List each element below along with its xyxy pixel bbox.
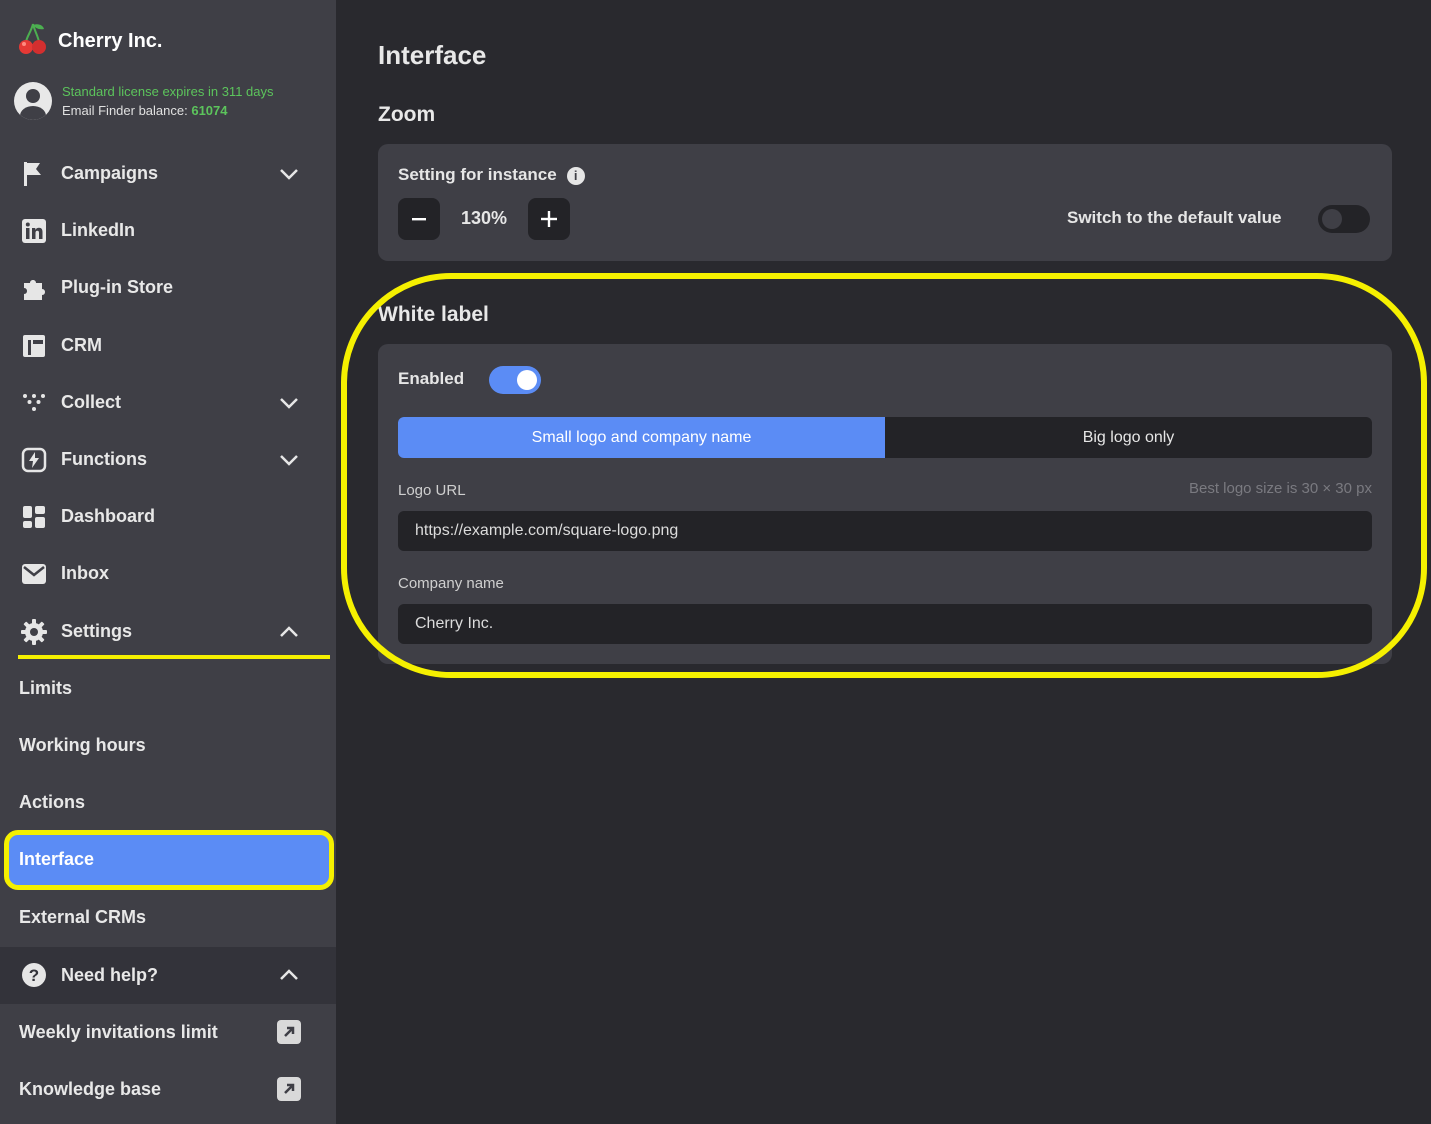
sidebar-item-plugin-store[interactable]: Plug-in Store: [0, 259, 336, 316]
sidebar-item-campaigns[interactable]: Campaigns: [0, 145, 336, 202]
info-icon[interactable]: i: [566, 166, 585, 185]
zoom-setting-label: Setting for instance i: [398, 165, 585, 185]
sidebar-subitem-label: Limits: [19, 678, 73, 698]
zoom-in-button[interactable]: [528, 198, 570, 240]
sidebar-item-collect[interactable]: Collect: [0, 374, 336, 431]
brand-name: Cherry Inc.: [58, 30, 163, 52]
default-value-label: Switch to the default value: [1067, 208, 1282, 227]
zoom-section-title: Zoom: [378, 103, 436, 126]
option-small-logo[interactable]: Small logo and company name: [398, 417, 885, 458]
dashboard-icon: [20, 503, 48, 531]
help-link-knowledge-base[interactable]: Knowledge base: [0, 1061, 336, 1118]
sidebar-item-dashboard[interactable]: Dashboard: [0, 488, 336, 545]
sidebar-item-label: Collect: [61, 392, 122, 412]
sidebar-subitem-external-crms[interactable]: External CRMs: [0, 889, 336, 946]
settings-highlight-underline: [18, 655, 330, 659]
sidebar-subitem-interface[interactable]: Interface: [4, 830, 334, 890]
sidebar-subitem-actions[interactable]: Actions: [0, 774, 336, 831]
chevron-down-icon[interactable]: [278, 392, 300, 414]
license-expiry: Standard license expires in 311 days: [62, 84, 274, 99]
need-help-header[interactable]: ? Need help?: [0, 947, 336, 1004]
sidebar-item-label: Plug-in Store: [61, 277, 173, 297]
flag-icon: [20, 160, 48, 188]
sidebar-subitem-label: Interface: [19, 849, 95, 869]
help-link-label: Weekly invitations limit: [19, 1022, 218, 1042]
sidebar-item-label: CRM: [61, 335, 102, 355]
chevron-down-icon[interactable]: [278, 449, 300, 471]
logo-url-input[interactable]: https://example.com/square-logo.png: [398, 511, 1372, 551]
white-label-card: Enabled Small logo and company name Big …: [378, 344, 1392, 664]
need-help-label: Need help?: [61, 965, 159, 985]
sidebar-item-linkedin[interactable]: LinkedIn: [0, 202, 336, 259]
license-info: Standard license expires in 311 days Ema…: [14, 82, 274, 120]
toggle-knob: [1322, 209, 1342, 229]
sidebar-item-label: Campaigns: [61, 163, 159, 183]
page-title: Interface: [378, 40, 487, 70]
crm-icon: [20, 332, 48, 360]
sidebar-subitem-working-hours[interactable]: Working hours: [0, 717, 336, 774]
brand[interactable]: Cherry Inc.: [18, 22, 162, 61]
company-name-label: Company name: [398, 575, 504, 592]
sidebar-subitem-limits[interactable]: Limits: [0, 660, 336, 717]
chevron-up-icon[interactable]: [278, 964, 300, 991]
company-name-input[interactable]: Cherry Inc.: [398, 604, 1372, 644]
default-value-toggle[interactable]: [1318, 205, 1370, 233]
white-label-section-title: White label: [378, 303, 489, 326]
question-icon: ?: [21, 962, 47, 993]
logo-mode-segmented-control: Small logo and company name Big logo onl…: [398, 417, 1372, 458]
sidebar-item-functions[interactable]: Functions: [0, 431, 336, 488]
enabled-label: Enabled: [398, 369, 465, 388]
balance-label: Email Finder balance:: [62, 103, 192, 118]
logo-size-hint: Best logo size is 30 × 30 px: [1188, 480, 1372, 497]
gear-icon: [20, 618, 48, 646]
zoom-setting-text: Setting for instance: [398, 165, 557, 184]
sidebar-item-label: Dashboard: [61, 506, 156, 526]
chevron-up-icon[interactable]: [278, 621, 300, 643]
collect-icon: [20, 389, 48, 417]
sidebar-item-inbox[interactable]: Inbox: [0, 545, 336, 602]
external-link-icon: [277, 1020, 301, 1044]
option-big-logo[interactable]: Big logo only: [885, 417, 1372, 458]
linkedin-icon: [20, 217, 48, 245]
sidebar-subitem-label: Working hours: [19, 735, 146, 755]
external-link-icon: [277, 1077, 301, 1101]
sidebar-subitem-label: Actions: [19, 792, 86, 812]
zoom-value: 130%: [461, 208, 508, 228]
zoom-out-button[interactable]: [398, 198, 440, 240]
sidebar-item-label: LinkedIn: [61, 220, 136, 240]
sidebar-item-label: Functions: [61, 449, 147, 469]
puzzle-icon: [20, 274, 48, 302]
sidebar-item-label: Settings: [61, 621, 133, 641]
sidebar-item-settings[interactable]: Settings: [0, 603, 336, 660]
sidebar-subitem-label: External CRMs: [19, 907, 147, 927]
mail-icon: [20, 560, 48, 588]
sidebar-item-label: Inbox: [61, 563, 109, 583]
functions-icon: [20, 446, 48, 474]
help-link-label: Knowledge base: [19, 1079, 162, 1099]
help-link-weekly-invitations[interactable]: Weekly invitations limit: [0, 1004, 336, 1061]
balance-value: 61074: [191, 103, 228, 118]
logo-url-label: Logo URL: [398, 482, 466, 499]
avatar[interactable]: [14, 82, 52, 120]
toggle-knob: [517, 370, 537, 390]
white-label-enabled-toggle[interactable]: [489, 366, 541, 394]
chevron-down-icon[interactable]: [278, 163, 300, 185]
zoom-card: Setting for instance i 130% Switch to the…: [378, 144, 1392, 261]
sidebar: Cherry Inc. Standard license expires in …: [0, 0, 336, 1124]
cherry-logo-icon: [18, 22, 48, 61]
svg-text:?: ?: [29, 966, 39, 985]
sidebar-item-crm[interactable]: CRM: [0, 317, 336, 374]
